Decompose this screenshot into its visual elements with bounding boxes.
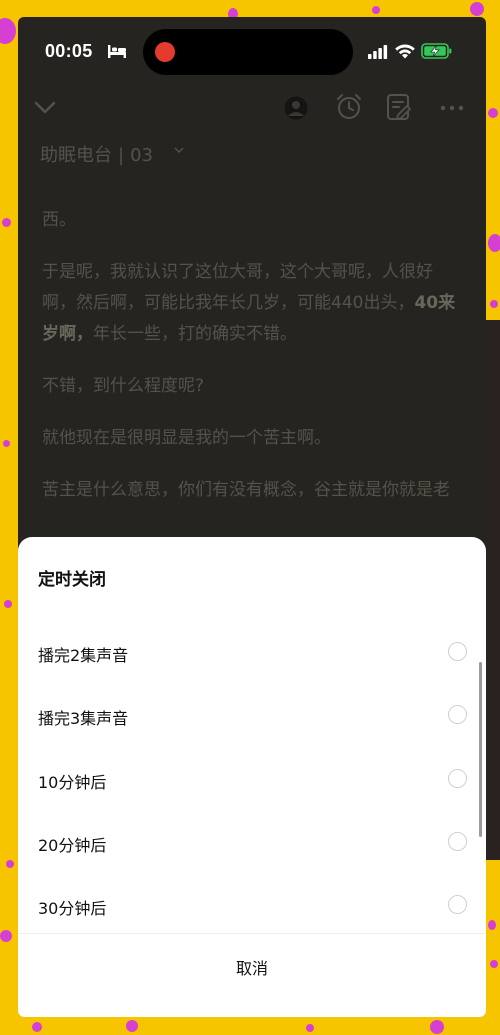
player-nav-bar — [18, 87, 486, 137]
episode-chevron-icon[interactable] — [174, 147, 184, 154]
radio-button[interactable] — [448, 832, 467, 851]
phone-screen: 00:05 助眠电台 | 03 西。 于是呢，我就认识了这位大哥，这个大哥呢，人… — [18, 17, 486, 1017]
status-time: 00:05 — [45, 41, 93, 61]
sleep-timer-sheet: 定时关闭 播完2集声音 播完3集声音 10分钟后 20分钟后 30分钟后 取消 — [18, 537, 486, 1017]
transcript-text: 西。 于是呢，我就认识了这位大哥，这个大哥呢，人很好啊，然后啊，可能比我年长几岁… — [42, 205, 464, 527]
timer-option-label: 10分钟后 — [38, 773, 107, 792]
paragraph: 于是呢，我就认识了这位大哥，这个大哥呢，人很好啊，然后啊，可能比我年长几岁，可能… — [42, 262, 456, 344]
paragraph: 西。 — [42, 210, 76, 230]
chevron-down-icon[interactable] — [34, 101, 56, 115]
timer-option[interactable]: 30分钟后 — [18, 875, 486, 938]
battery-charging-icon — [421, 43, 452, 59]
episode-number: 03 — [130, 145, 153, 166]
recording-dot[interactable] — [155, 42, 175, 62]
background-photo-strip — [486, 320, 500, 860]
timer-option[interactable]: 10分钟后 — [18, 749, 486, 812]
paragraph: 苦主是什么意思，你们有没有概念，谷主就是你就是老 — [42, 480, 450, 500]
sheet-title: 定时关闭 — [38, 570, 106, 590]
alarm-clock-icon[interactable] — [334, 92, 364, 122]
status-bar: 00:05 — [18, 17, 486, 87]
timer-option-label: 20分钟后 — [38, 836, 107, 855]
episode-title[interactable]: 助眠电台 | 03 — [40, 141, 153, 167]
signal-icon — [368, 45, 388, 59]
timer-option-label: 30分钟后 — [38, 899, 107, 918]
timer-option[interactable]: 20分钟后 — [18, 812, 486, 875]
radio-button[interactable] — [448, 705, 467, 724]
radio-button[interactable] — [448, 769, 467, 788]
radio-button[interactable] — [448, 642, 467, 661]
scrollbar[interactable] — [479, 662, 482, 837]
paragraph: 不错，到什么程度呢? — [42, 376, 205, 396]
timer-option[interactable]: 播完2集声音 — [18, 622, 486, 685]
bed-icon — [108, 45, 126, 58]
radio-button[interactable] — [448, 895, 467, 914]
cancel-button[interactable]: 取消 — [18, 934, 486, 1004]
paragraph: 就他现在是很明显是我的一个苦主啊。 — [42, 428, 331, 448]
more-icon[interactable] — [440, 105, 464, 111]
wifi-icon — [395, 44, 415, 59]
timer-option-label: 播完3集声音 — [38, 709, 129, 728]
timer-option[interactable]: 播完3集声音 — [18, 685, 486, 748]
edit-icon[interactable] — [386, 93, 412, 121]
episode-separator: | — [118, 145, 125, 166]
episode-name: 助眠电台 — [40, 145, 112, 166]
timer-option-label: 播完2集声音 — [38, 646, 129, 665]
avatar[interactable] — [284, 96, 308, 120]
dynamic-island — [143, 29, 353, 75]
